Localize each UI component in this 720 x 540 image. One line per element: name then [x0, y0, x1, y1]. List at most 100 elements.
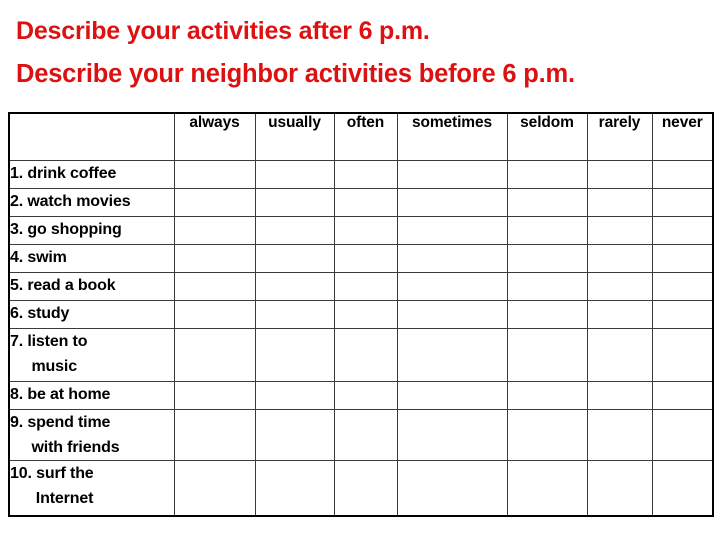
- answer-cell-usually[interactable]: [254, 216, 335, 245]
- answer-cell-never[interactable]: [651, 272, 714, 301]
- answer-cell-often[interactable]: [333, 216, 398, 245]
- answer-cell-sometimes[interactable]: [396, 216, 508, 245]
- answer-cell-seldom[interactable]: [506, 381, 588, 410]
- answer-cell-never[interactable]: [651, 160, 714, 189]
- activity-label: 2. watch movies: [8, 188, 175, 217]
- activity-label: 9. spend time with friends: [8, 409, 175, 461]
- answer-cell-usually[interactable]: [254, 188, 335, 217]
- table-row: 10. surf the Internet: [8, 460, 714, 517]
- answer-cell-always[interactable]: [173, 216, 256, 245]
- answer-cell-usually[interactable]: [254, 409, 335, 461]
- answer-cell-often[interactable]: [333, 188, 398, 217]
- answer-cell-often[interactable]: [333, 272, 398, 301]
- answer-cell-never[interactable]: [651, 300, 714, 329]
- answer-cell-often[interactable]: [333, 460, 398, 517]
- table-row: 1. drink coffee: [8, 160, 714, 189]
- activity-label: 10. surf the Internet: [8, 460, 175, 517]
- table-row: 7. listen to music: [8, 328, 714, 382]
- answer-cell-always[interactable]: [173, 244, 256, 273]
- table-header: always usually often sometimes seldom rarely n…: [8, 112, 714, 161]
- answer-cell-seldom[interactable]: [506, 300, 588, 329]
- answer-cell-seldom[interactable]: [506, 328, 588, 382]
- answer-cell-never[interactable]: [651, 409, 714, 461]
- answer-cell-sometimes[interactable]: [396, 381, 508, 410]
- activity-label: 5. read a book: [8, 272, 175, 301]
- table-row: 6. study: [8, 300, 714, 329]
- page-title-secondary: Describe your neighbor activities before…: [16, 60, 575, 88]
- answer-cell-usually[interactable]: [254, 328, 335, 382]
- answer-cell-sometimes[interactable]: [396, 328, 508, 382]
- activity-label: 1. drink coffee: [8, 160, 175, 189]
- answer-cell-sometimes[interactable]: [396, 160, 508, 189]
- answer-cell-seldom[interactable]: [506, 409, 588, 461]
- column-header-sometimes: sometimes: [396, 112, 508, 161]
- answer-cell-sometimes[interactable]: [396, 272, 508, 301]
- activity-label: 8. be at home: [8, 381, 175, 410]
- answer-cell-sometimes[interactable]: [396, 460, 508, 517]
- answer-cell-always[interactable]: [173, 460, 256, 517]
- answer-cell-often[interactable]: [333, 244, 398, 273]
- answer-cell-always[interactable]: [173, 409, 256, 461]
- answer-cell-usually[interactable]: [254, 300, 335, 329]
- answer-cell-sometimes[interactable]: [396, 300, 508, 329]
- answer-cell-always[interactable]: [173, 328, 256, 382]
- answer-cell-seldom[interactable]: [506, 216, 588, 245]
- answer-cell-never[interactable]: [651, 188, 714, 217]
- answer-cell-seldom[interactable]: [506, 460, 588, 517]
- answer-cell-always[interactable]: [173, 300, 256, 329]
- answer-cell-rarely[interactable]: [586, 244, 653, 273]
- table-row: 9. spend time with friends: [8, 409, 714, 461]
- answer-cell-never[interactable]: [651, 244, 714, 273]
- answer-cell-usually[interactable]: [254, 244, 335, 273]
- answer-cell-often[interactable]: [333, 300, 398, 329]
- column-header-often: often: [333, 112, 398, 161]
- column-header-usually: usually: [254, 112, 335, 161]
- activity-label: 6. study: [8, 300, 175, 329]
- table-body: 1. drink coffee 2. watch movies 3. go shop…: [8, 160, 714, 517]
- slide-root: Describe your activities after 6 p.m. De…: [0, 0, 720, 540]
- answer-cell-often[interactable]: [333, 381, 398, 410]
- column-header-seldom: seldom: [506, 112, 588, 161]
- answer-cell-rarely[interactable]: [586, 160, 653, 189]
- answer-cell-never[interactable]: [651, 216, 714, 245]
- table-row: 5. read a book: [8, 272, 714, 301]
- answer-cell-seldom[interactable]: [506, 160, 588, 189]
- table-corner-header: [8, 112, 175, 161]
- answer-cell-rarely[interactable]: [586, 300, 653, 329]
- answer-cell-rarely[interactable]: [586, 328, 653, 382]
- answer-cell-always[interactable]: [173, 272, 256, 301]
- activity-label: 4. swim: [8, 244, 175, 273]
- answer-cell-rarely[interactable]: [586, 216, 653, 245]
- answer-cell-always[interactable]: [173, 381, 256, 410]
- activities-frequency-table-wrapper: always usually often sometimes seldom rarely n…: [8, 112, 714, 517]
- answer-cell-rarely[interactable]: [586, 272, 653, 301]
- answer-cell-often[interactable]: [333, 160, 398, 189]
- answer-cell-rarely[interactable]: [586, 409, 653, 461]
- answer-cell-always[interactable]: [173, 160, 256, 189]
- table-header-row: always usually often sometimes seldom rarely n…: [8, 112, 714, 161]
- answer-cell-sometimes[interactable]: [396, 409, 508, 461]
- column-header-always: always: [173, 112, 256, 161]
- answer-cell-never[interactable]: [651, 460, 714, 517]
- answer-cell-rarely[interactable]: [586, 188, 653, 217]
- page-title-primary: Describe your activities after 6 p.m.: [16, 17, 430, 45]
- column-header-rarely: rarely: [586, 112, 653, 161]
- answer-cell-seldom[interactable]: [506, 272, 588, 301]
- answer-cell-usually[interactable]: [254, 272, 335, 301]
- activities-frequency-table: always usually often sometimes seldom rarely n…: [8, 112, 714, 517]
- answer-cell-rarely[interactable]: [586, 381, 653, 410]
- answer-cell-sometimes[interactable]: [396, 244, 508, 273]
- answer-cell-never[interactable]: [651, 328, 714, 382]
- answer-cell-rarely[interactable]: [586, 460, 653, 517]
- answer-cell-always[interactable]: [173, 188, 256, 217]
- answer-cell-often[interactable]: [333, 409, 398, 461]
- answer-cell-usually[interactable]: [254, 460, 335, 517]
- answer-cell-seldom[interactable]: [506, 244, 588, 273]
- answer-cell-sometimes[interactable]: [396, 188, 508, 217]
- answer-cell-often[interactable]: [333, 328, 398, 382]
- answer-cell-usually[interactable]: [254, 160, 335, 189]
- table-row: 8. be at home: [8, 381, 714, 410]
- answer-cell-never[interactable]: [651, 381, 714, 410]
- answer-cell-usually[interactable]: [254, 381, 335, 410]
- answer-cell-seldom[interactable]: [506, 188, 588, 217]
